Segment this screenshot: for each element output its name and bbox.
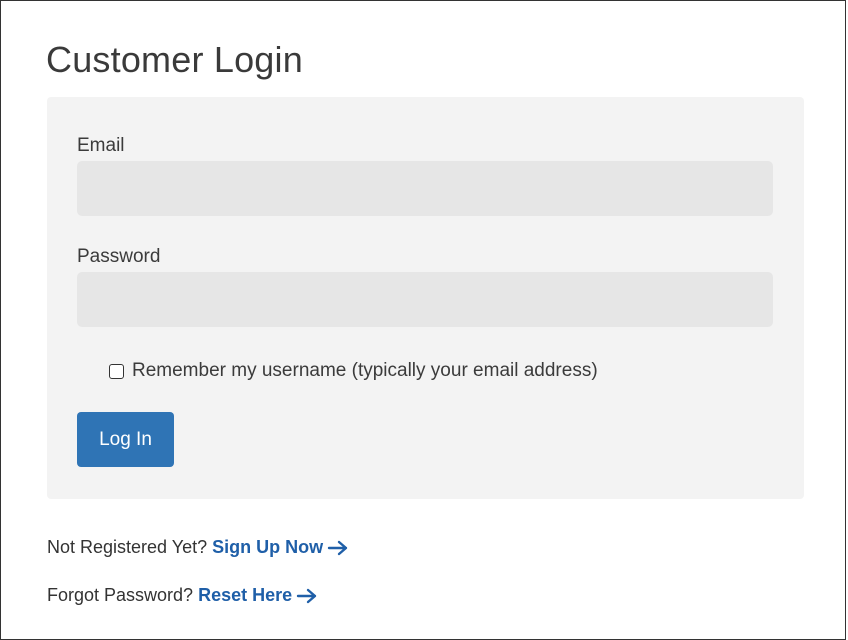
login-button[interactable]: Log In bbox=[77, 412, 174, 467]
remember-username-label: Remember my username (typically your ema… bbox=[132, 360, 598, 381]
remember-username-checkbox[interactable] bbox=[109, 363, 124, 379]
remember-username-row[interactable]: Remember my username (typically your ema… bbox=[109, 360, 598, 382]
reset-password-line: Forgot Password? Reset Here bbox=[47, 585, 318, 606]
reset-password-link[interactable]: Reset Here bbox=[198, 585, 318, 606]
sign-up-link[interactable]: Sign Up Now bbox=[212, 537, 349, 558]
arrow-right-icon bbox=[296, 588, 317, 603]
email-label: Email bbox=[77, 135, 125, 156]
email-field[interactable] bbox=[77, 161, 773, 216]
reset-prompt: Forgot Password? bbox=[47, 585, 194, 605]
sign-up-link-label: Sign Up Now bbox=[212, 537, 324, 557]
signup-line: Not Registered Yet? Sign Up Now bbox=[47, 537, 349, 558]
reset-password-link-label: Reset Here bbox=[198, 585, 293, 605]
signup-prompt: Not Registered Yet? bbox=[47, 537, 208, 557]
password-field[interactable] bbox=[77, 272, 773, 327]
page-title: Customer Login bbox=[46, 39, 303, 80]
password-label: Password bbox=[77, 246, 161, 267]
arrow-right-icon bbox=[327, 540, 348, 555]
login-panel: Email Password Remember my username (typ… bbox=[47, 97, 804, 499]
